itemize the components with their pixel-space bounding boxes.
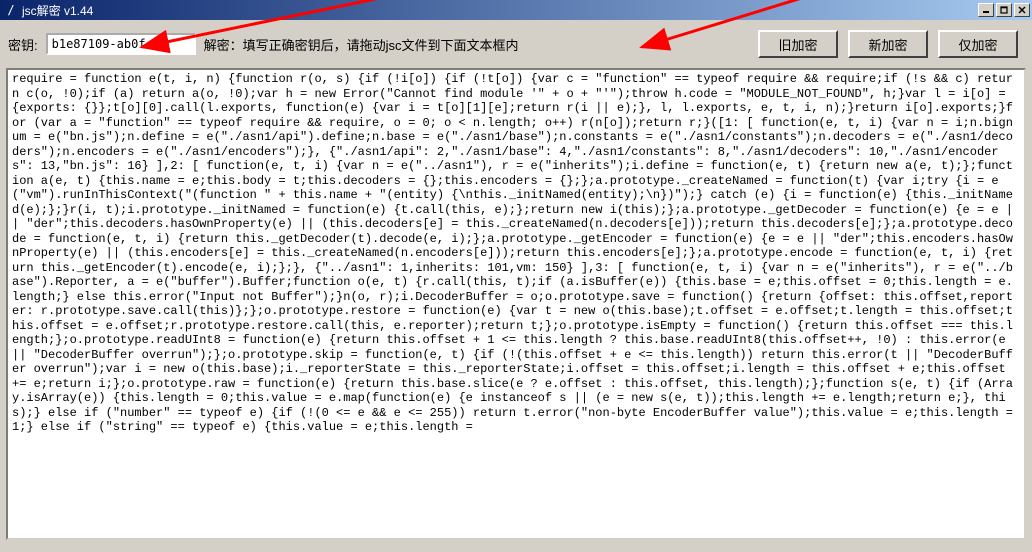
hint-text: 解密：填写正确密钥后，请拖动jsc文件到下面文本框内 (204, 35, 519, 54)
code-textarea[interactable]: require = function e(t, i, n) {function … (8, 70, 1024, 437)
maximize-button[interactable] (996, 3, 1012, 17)
key-label: 密钥: (8, 35, 38, 54)
new-encrypt-button[interactable]: 新加密 (848, 30, 928, 58)
app-icon: / (4, 3, 18, 17)
window-title: jsc解密 v1.44 (22, 2, 978, 19)
key-input[interactable] (46, 33, 196, 55)
code-textarea-frame: require = function e(t, i, n) {function … (6, 68, 1026, 540)
window-buttons (978, 3, 1030, 17)
only-encrypt-button[interactable]: 仅加密 (938, 30, 1018, 58)
button-group: 旧加密 新加密 仅加密 (758, 30, 1024, 58)
old-encrypt-button[interactable]: 旧加密 (758, 30, 838, 58)
minimize-button[interactable] (978, 3, 994, 17)
top-panel: 密钥: 解密：填写正确密钥后，请拖动jsc文件到下面文本框内 旧加密 新加密 仅… (0, 20, 1032, 68)
window-titlebar: / jsc解密 v1.44 (0, 0, 1032, 20)
close-button[interactable] (1014, 3, 1030, 17)
